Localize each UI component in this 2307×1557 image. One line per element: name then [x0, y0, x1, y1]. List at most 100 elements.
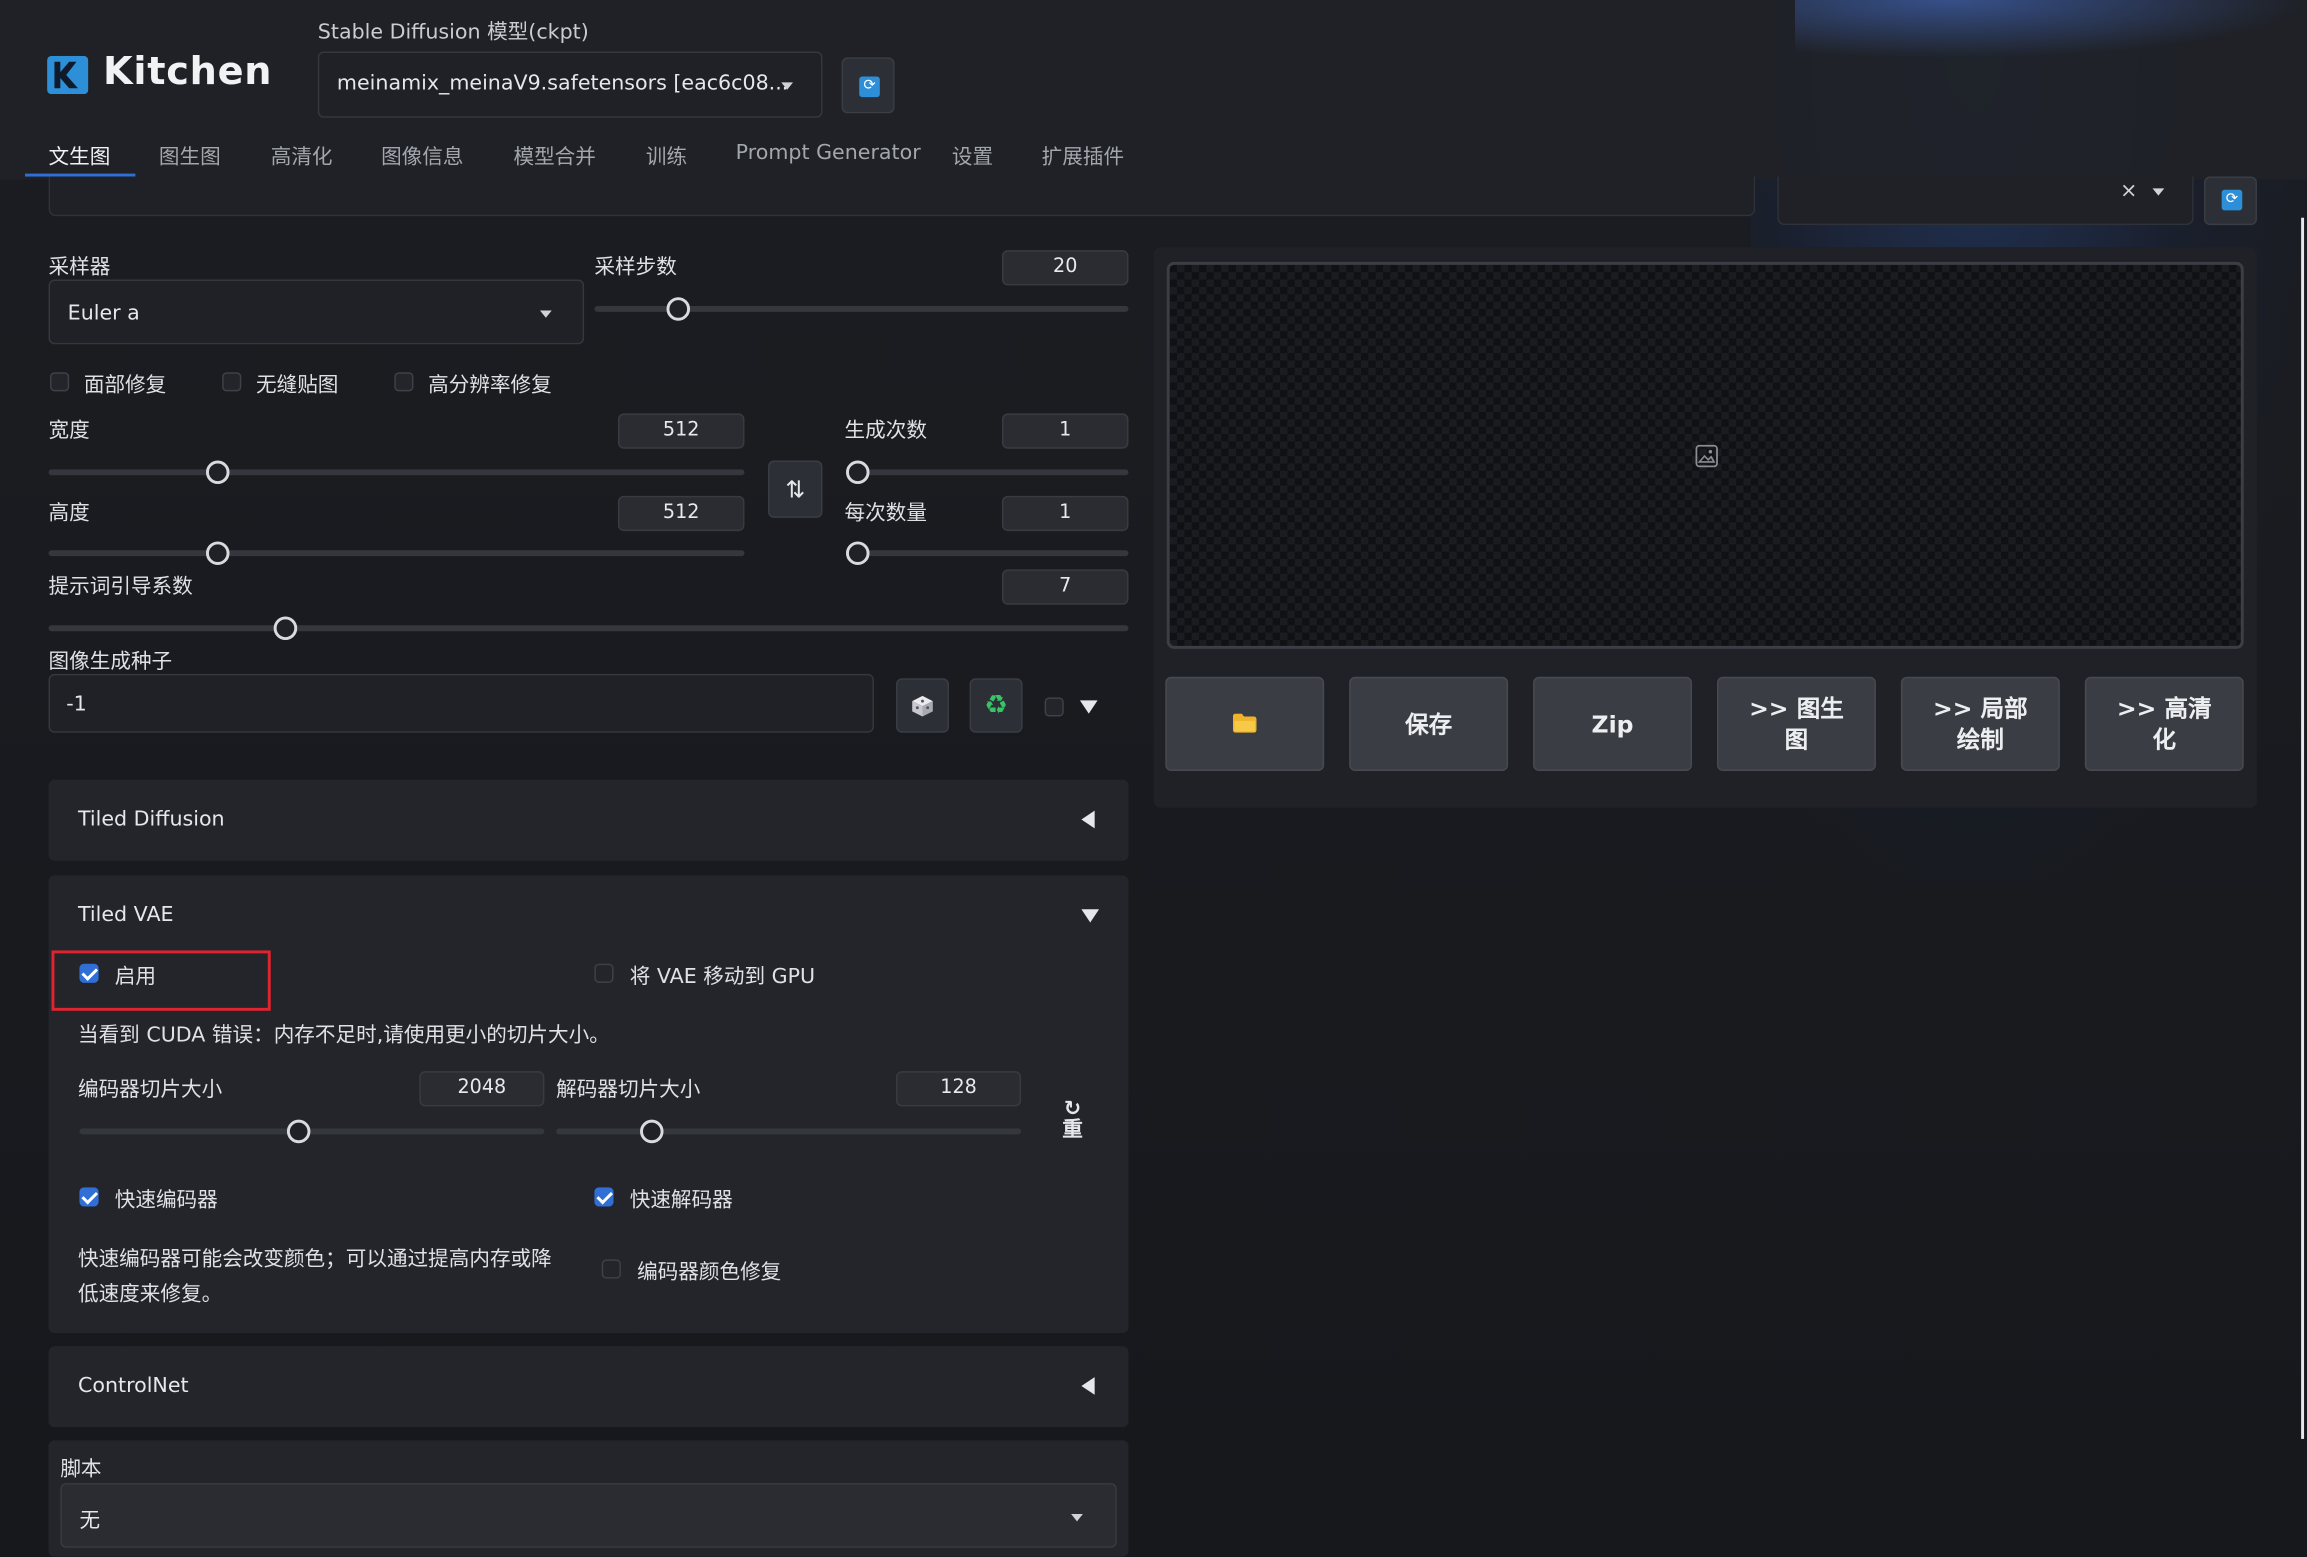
fast-encoder-label: 快速编码器 — [114, 1188, 218, 1213]
chevron-down-icon — [781, 82, 794, 90]
expand-arrow-icon[interactable] — [1081, 909, 1100, 923]
tab-txt2img[interactable]: 文生图 — [49, 141, 111, 170]
chevron-down-icon — [2152, 188, 2165, 196]
hires-fix-label: 高分辨率修复 — [428, 373, 552, 398]
batch-size-slider[interactable] — [845, 541, 1129, 565]
open-folder-button[interactable] — [1165, 676, 1325, 771]
main-tabs: 文生图 图生图 高清化 图像信息 模型合并 训练 Prompt Generato… — [25, 132, 1202, 179]
reset-tile-button[interactable]: ↻ 重 — [1055, 1099, 1090, 1140]
fast-encoder-note: 快速编码器可能会改变颜色；可以通过提高内存或降低速度来修复。 — [77, 1247, 552, 1307]
random-seed-button[interactable] — [896, 678, 949, 733]
chevron-down-icon — [1071, 1513, 1083, 1522]
height-number-input[interactable]: 512 — [617, 495, 745, 532]
tiling-checkbox[interactable] — [222, 372, 242, 392]
cfg-number-input[interactable]: 7 — [1001, 569, 1129, 605]
move-vae-gpu-label: 将 VAE 移动到 GPU — [629, 965, 816, 989]
tab-extensions[interactable]: 扩展插件 — [1042, 141, 1124, 170]
image-placeholder-icon — [1695, 444, 1719, 473]
seed-label: 图像生成种子 — [48, 650, 173, 674]
clear-styles-icon[interactable]: × — [2120, 179, 2137, 203]
collapse-arrow-icon — [1081, 1377, 1095, 1395]
cfg-slider-thumb[interactable] — [273, 616, 298, 641]
top-bar: Kitchen Stable Diffusion 模型(ckpt) meinam… — [0, 0, 2307, 180]
tab-img2img[interactable]: 图生图 — [159, 141, 221, 170]
model-refresh-button[interactable]: ⟳ — [841, 57, 895, 114]
negative-prompt-input[interactable] — [48, 176, 1756, 217]
steps-slider-thumb[interactable] — [665, 297, 690, 321]
model-dropdown-value: meinamix_meinaV9.safetensors [eac6c08... — [336, 72, 789, 96]
tiled-diffusion-accordion[interactable]: Tiled Diffusion — [48, 779, 1129, 861]
tiled-vae-enable-checkbox[interactable] — [79, 963, 99, 983]
batch-count-number-input[interactable]: 1 — [1001, 413, 1129, 449]
cuda-note: 当看到 CUDA 错误：内存不足时,请使用更小的切片大小。 — [77, 1024, 610, 1048]
fast-encoder-checkbox[interactable] — [79, 1187, 99, 1207]
app-root: Kitchen Stable Diffusion 模型(ckpt) meinam… — [0, 0, 2307, 1557]
encoder-tile-number-input[interactable]: 2048 — [419, 1071, 545, 1107]
color-fix-checkbox[interactable] — [601, 1259, 621, 1279]
color-fix-label: 编码器颜色修复 — [637, 1260, 782, 1285]
restore-faces-label: 面部修复 — [83, 373, 167, 398]
extra-seed-toggle-icon[interactable] — [1079, 700, 1098, 714]
decoder-tile-slider-thumb[interactable] — [640, 1119, 664, 1144]
batch-size-number-input[interactable]: 1 — [1001, 495, 1129, 532]
send-to-img2img-button[interactable]: >> 图生图 — [1717, 676, 1876, 771]
encoder-tile-slider[interactable] — [79, 1119, 545, 1144]
height-slider-thumb[interactable] — [206, 541, 231, 565]
steps-slider[interactable] — [594, 297, 1129, 321]
scrollbar[interactable] — [2301, 217, 2305, 1439]
script-label: 脚本 — [60, 1458, 102, 1482]
height-slider[interactable] — [48, 541, 745, 565]
tab-checkpoint-merger[interactable]: 模型合并 — [513, 141, 595, 170]
recycle-icon: ♻ — [984, 690, 1008, 721]
reuse-seed-button[interactable]: ♻ — [969, 678, 1023, 733]
move-vae-gpu-checkbox[interactable] — [594, 963, 614, 983]
tab-extras[interactable]: 高清化 — [271, 141, 333, 170]
model-dropdown[interactable]: meinamix_meinaV9.safetensors [eac6c08... — [317, 51, 823, 118]
width-slider[interactable] — [48, 460, 745, 485]
save-button[interactable]: 保存 — [1349, 676, 1509, 771]
tab-png-info[interactable]: 图像信息 — [381, 141, 463, 170]
tab-train[interactable]: 训练 — [646, 141, 687, 170]
top-glow — [1794, 0, 2307, 59]
fast-decoder-label: 快速解码器 — [629, 1188, 733, 1213]
encoder-tile-slider-thumb[interactable] — [286, 1119, 311, 1144]
send-to-extras-button[interactable]: >> 高清化 — [2084, 676, 2244, 771]
kitchen-logo-icon — [47, 55, 89, 95]
styles-refresh-button[interactable]: ⟳ — [2204, 176, 2257, 226]
collapse-arrow-icon — [1081, 810, 1095, 829]
encoder-tile-label: 编码器切片大小 — [77, 1078, 223, 1103]
decoder-tile-slider[interactable] — [556, 1119, 1022, 1144]
controlnet-title: ControlNet — [77, 1374, 189, 1398]
fast-decoder-checkbox[interactable] — [594, 1187, 614, 1207]
reset-label: 重 — [1062, 1118, 1083, 1142]
output-gallery[interactable] — [1166, 261, 2244, 649]
extra-seed-checkbox[interactable] — [1044, 697, 1064, 717]
batch-count-slider-thumb[interactable] — [845, 460, 870, 485]
seed-value: -1 — [66, 692, 87, 717]
restore-faces-checkbox[interactable] — [50, 372, 70, 392]
tab-prompt-generator[interactable]: Prompt Generator — [736, 141, 921, 165]
tiled-vae-title[interactable]: Tiled VAE — [78, 903, 174, 927]
sampler-value: Euler a — [67, 301, 140, 326]
batch-size-slider-thumb[interactable] — [845, 541, 870, 565]
width-number-input[interactable]: 512 — [617, 413, 745, 449]
decoder-tile-number-input[interactable]: 128 — [896, 1071, 1022, 1107]
steps-number-input[interactable]: 20 — [1001, 250, 1129, 286]
hires-fix-checkbox[interactable] — [394, 372, 414, 392]
script-dropdown[interactable]: 无 — [60, 1483, 1117, 1548]
cfg-slider[interactable] — [48, 616, 1129, 641]
width-slider-thumb[interactable] — [206, 460, 231, 485]
seed-input[interactable]: -1 — [48, 673, 874, 733]
zip-button[interactable]: Zip — [1533, 676, 1692, 771]
controlnet-accordion[interactable]: ControlNet — [48, 1346, 1129, 1428]
batch-count-slider[interactable] — [845, 460, 1129, 485]
send-to-inpaint-button[interactable]: >> 局部绘制 — [1900, 676, 2060, 771]
refresh-icon: ⟳ — [2221, 189, 2243, 211]
swap-dimensions-button[interactable]: ⇅ — [768, 460, 823, 518]
refresh-icon: ⟳ — [859, 76, 880, 98]
model-selector-label: Stable Diffusion 模型(ckpt) — [317, 20, 589, 45]
sampler-dropdown[interactable]: Euler a — [48, 279, 585, 345]
reset-icon: ↻ — [1063, 1097, 1082, 1122]
styles-dropdown[interactable]: × — [1777, 176, 2194, 226]
tab-settings[interactable]: 设置 — [952, 141, 993, 170]
